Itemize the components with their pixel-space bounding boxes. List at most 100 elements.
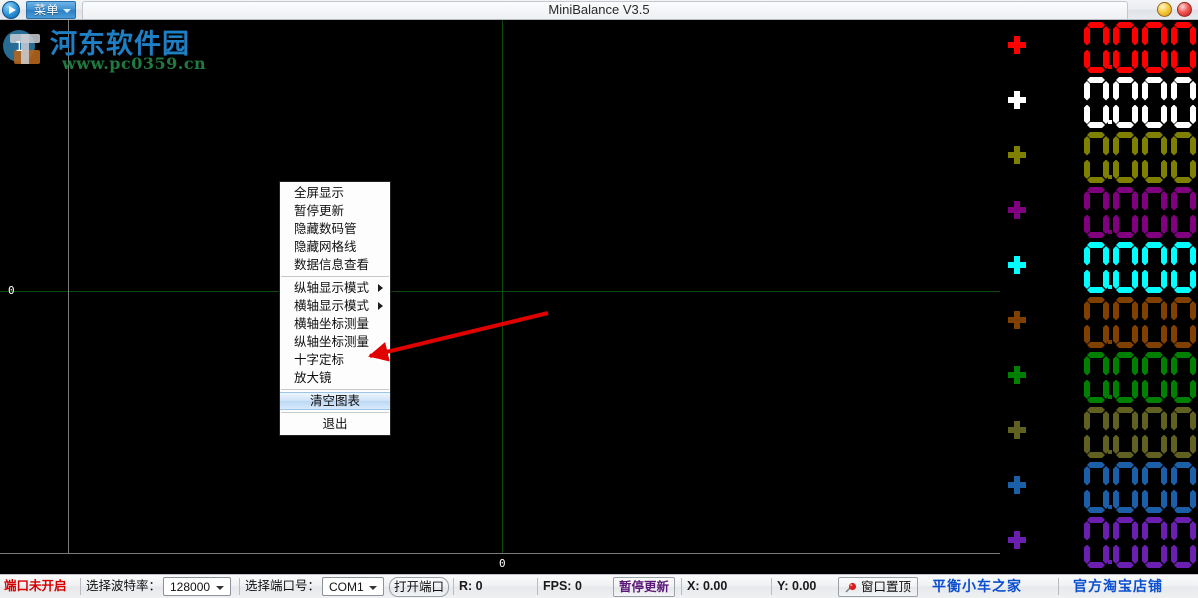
pause-update-button[interactable]: 暂停更新 — [613, 577, 675, 597]
window-title: MiniBalance V3.5 — [548, 2, 650, 17]
menu-item-0[interactable]: 全屏显示 — [280, 184, 390, 202]
led-segment-c — [1161, 160, 1167, 180]
led-segment-f — [1142, 301, 1148, 321]
menu-item-7[interactable]: 横轴显示模式 — [280, 297, 390, 315]
led-segment-e — [1171, 325, 1177, 345]
led-segment-f — [1171, 301, 1177, 321]
status-bar: 端口未开启 选择波特率： 128000 选择端口号： COM1 打开端口 R: … — [0, 574, 1198, 598]
led-segment-e — [1084, 270, 1090, 290]
led-segment-e — [1171, 545, 1177, 565]
seven-segment-digit — [1083, 242, 1112, 293]
led-segment-f — [1084, 466, 1090, 486]
plus-marker-icon — [1006, 89, 1028, 111]
port-number-select[interactable]: COM1 — [322, 577, 384, 596]
led-segment-b — [1132, 246, 1138, 266]
menu-item-3[interactable]: 隐藏网格线 — [280, 238, 390, 256]
led-segment-c — [1132, 160, 1138, 180]
menu-item-4[interactable]: 数据信息查看 — [280, 256, 390, 274]
led-segment-f — [1113, 521, 1119, 541]
led-value-display — [1083, 350, 1198, 405]
y-axis-line — [68, 20, 69, 554]
baud-rate-select[interactable]: 128000 — [163, 577, 231, 596]
chevron-down-icon — [369, 586, 377, 590]
led-segment-d — [1174, 452, 1192, 458]
led-segment-f — [1142, 81, 1148, 101]
led-segment-f — [1113, 246, 1119, 266]
led-segment-f — [1084, 246, 1090, 266]
seven-segment-digit — [1141, 297, 1168, 348]
led-segment-d — [1145, 342, 1163, 348]
link-balance-car-home[interactable]: 平衡小车之家 — [932, 575, 1022, 598]
led-segment-d — [1174, 232, 1192, 238]
led-segment-f — [1142, 356, 1148, 376]
led-segment-f — [1113, 411, 1119, 431]
led-segment-a — [1174, 242, 1192, 248]
plus-marker-icon — [1006, 474, 1028, 496]
led-segment-a — [1145, 242, 1163, 248]
led-segment-c — [1190, 545, 1196, 565]
led-segment-a — [1087, 352, 1105, 358]
open-port-button[interactable]: 打开端口 — [389, 577, 449, 597]
led-segment-e — [1171, 215, 1177, 235]
menu-item-1[interactable]: 暂停更新 — [280, 202, 390, 220]
led-segment-e — [1142, 545, 1148, 565]
menu-item-9[interactable]: 纵轴坐标测量 — [280, 333, 390, 351]
chart-canvas[interactable]: 0 0 — [0, 20, 1000, 574]
menu-item-label: 数据信息查看 — [294, 257, 370, 272]
close-button[interactable] — [1177, 2, 1192, 17]
menu-item-2[interactable]: 隐藏数码管 — [280, 220, 390, 238]
led-value-display — [1083, 405, 1198, 460]
led-segment-b — [1132, 191, 1138, 211]
led-segment-b — [1161, 356, 1167, 376]
led-segment-c — [1161, 270, 1167, 290]
led-segment-a — [1087, 187, 1105, 193]
led-segment-d — [1174, 177, 1192, 183]
led-segment-a — [1174, 22, 1192, 28]
led-segment-a — [1145, 132, 1163, 138]
window-topmost-label: 窗口置顶 — [861, 580, 912, 594]
menu-item-10[interactable]: 十字定标 — [280, 351, 390, 369]
fps-value-text: FPS: 0 — [543, 579, 582, 593]
led-segment-e — [1113, 545, 1119, 565]
plus-marker-icon — [1006, 254, 1028, 276]
menu-item-label: 十字定标 — [294, 352, 345, 367]
led-segment-a — [1116, 297, 1134, 303]
led-segment-a — [1174, 462, 1192, 468]
led-segment-f — [1084, 521, 1090, 541]
led-segment-b — [1132, 466, 1138, 486]
seven-segment-digit — [1170, 297, 1197, 348]
led-segment-e — [1113, 325, 1119, 345]
led-segment-e — [1113, 160, 1119, 180]
chevron-right-icon — [378, 284, 383, 292]
menu-item-13[interactable]: 清空图表 — [280, 392, 390, 410]
window-topmost-button[interactable]: 窗口置顶 — [838, 577, 918, 597]
led-channel-row — [1000, 240, 1198, 295]
led-segment-a — [1087, 242, 1105, 248]
status-divider — [1058, 578, 1059, 595]
led-segment-b — [1190, 521, 1196, 541]
led-segment-d — [1116, 122, 1134, 128]
led-segment-f — [1084, 191, 1090, 211]
led-value-display — [1083, 185, 1198, 240]
led-segment-b — [1103, 521, 1109, 541]
led-segment-c — [1190, 215, 1196, 235]
led-segment-d — [1145, 562, 1163, 568]
led-segment-e — [1113, 380, 1119, 400]
led-segment-d — [1087, 452, 1105, 458]
led-segment-e — [1142, 160, 1148, 180]
led-segment-f — [1142, 136, 1148, 156]
seven-segment-digit — [1083, 187, 1112, 238]
led-segment-a — [1116, 22, 1134, 28]
context-menu[interactable]: 全屏显示 暂停更新 隐藏数码管 隐藏网格线 数据信息查看纵轴显示模式 横轴显示模式 横轴坐标… — [279, 181, 391, 436]
seven-segment-digit — [1170, 462, 1197, 513]
led-segment-b — [1161, 466, 1167, 486]
menu-item-15[interactable]: 退出 — [280, 415, 390, 433]
led-segment-a — [1116, 77, 1134, 83]
minimize-button[interactable] — [1157, 2, 1172, 17]
menu-item-11[interactable]: 放大镜 — [280, 369, 390, 387]
menu-item-8[interactable]: 横轴坐标测量 — [280, 315, 390, 333]
link-official-taobao-shop[interactable]: 官方淘宝店铺 — [1073, 575, 1163, 598]
led-segment-f — [1084, 356, 1090, 376]
pushpin-icon — [845, 582, 857, 593]
menu-item-6[interactable]: 纵轴显示模式 — [280, 279, 390, 297]
